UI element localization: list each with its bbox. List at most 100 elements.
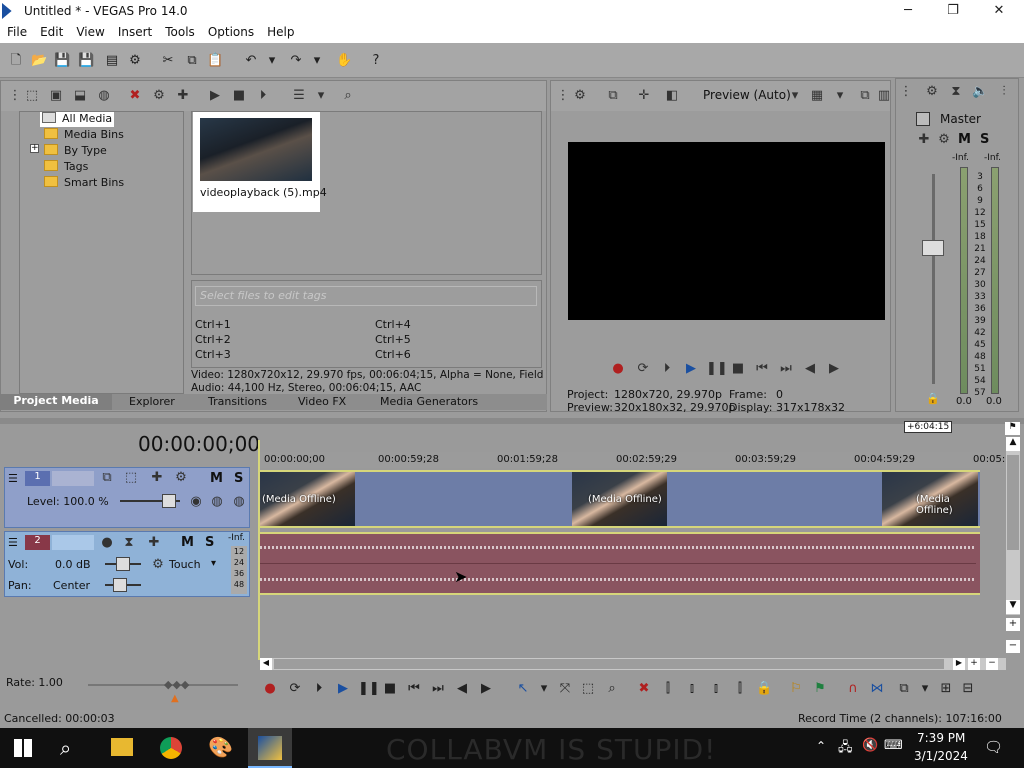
capture-icon[interactable]: ▣ <box>48 88 64 104</box>
go-to-end-icon[interactable]: ⏭ <box>778 361 794 377</box>
mixer-settings-icon[interactable]: ⫶ <box>996 84 1012 100</box>
next-frame-icon[interactable]: ▶ <box>826 361 842 377</box>
master-properties-icon[interactable]: ⚙ <box>936 132 952 148</box>
maximize-button[interactable]: ❐ <box>930 0 976 23</box>
expand-by-type-icon[interactable]: + <box>30 144 39 153</box>
redo-icon[interactable]: ↷ <box>288 53 304 68</box>
stop-icon[interactable]: ■ <box>730 361 746 377</box>
timeline-go-to-start-icon[interactable]: ⏮ <box>406 681 422 697</box>
close-button[interactable]: ✕ <box>976 0 1022 23</box>
child-track-icon[interactable]: ◍ <box>231 494 247 510</box>
chrome-icon[interactable] <box>160 737 182 759</box>
tag-input[interactable]: Select files to edit tags <box>195 286 537 306</box>
delete-icon[interactable]: ✖ <box>636 681 652 697</box>
tab-media-generators[interactable]: Media Generators <box>380 395 478 408</box>
insert-region-icon[interactable]: ⚑ <box>812 681 828 697</box>
track-minimize-icon[interactable]: ☰ <box>8 536 22 549</box>
cut-icon[interactable]: ✂ <box>160 53 176 68</box>
video-properties-icon[interactable]: ⚙ <box>572 88 588 104</box>
timeline-loop-icon[interactable]: ⟳ <box>287 681 303 697</box>
timeline-ruler[interactable]: 00:00:00;00 00:00:59;28 00:01:59;28 00:0… <box>260 452 1012 468</box>
master-mute-button[interactable]: M <box>958 132 971 147</box>
track-2-name-field[interactable] <box>52 535 94 550</box>
parent-track-icon[interactable]: ◍ <box>209 494 225 510</box>
play-from-start-icon[interactable]: ⏵ <box>659 361 675 377</box>
split-screen-icon[interactable]: ✛ <box>636 88 652 104</box>
trim-start-icon[interactable]: ⫾ <box>684 681 700 697</box>
media-properties-icon[interactable]: ⚙ <box>151 88 167 104</box>
tool-icon[interactable]: ✋ <box>336 53 352 68</box>
tree-item-media-bins[interactable]: Media Bins <box>44 128 124 143</box>
paste-icon[interactable]: 📋 <box>207 53 223 68</box>
arm-record-icon[interactable]: ● <box>99 535 115 551</box>
pan-slider-handle[interactable] <box>113 578 127 592</box>
tree-item-all-media[interactable]: All Media <box>40 112 115 127</box>
overlays-dropdown-icon[interactable]: ▾ <box>832 88 848 104</box>
trim-end-icon[interactable]: ⫾ <box>708 681 724 697</box>
master-lock-icon[interactable]: 🔒 <box>926 392 940 405</box>
preview-quality-dropdown-icon[interactable]: ▾ <box>787 88 803 104</box>
start-preview-icon[interactable]: ▶ <box>207 88 223 104</box>
split-icon[interactable]: ⫿ <box>732 681 748 697</box>
snapping-icon[interactable]: ∩ <box>845 681 861 697</box>
overlays-icon[interactable]: ▦ <box>809 88 825 104</box>
edit-tool-dropdown-icon[interactable]: ▾ <box>536 681 552 697</box>
tab-explorer[interactable]: Explorer <box>129 395 175 408</box>
file-explorer-icon[interactable] <box>111 738 133 756</box>
compositing-mode-icon[interactable]: ◉ <box>188 494 204 510</box>
timeline-stop-icon[interactable]: ■ <box>382 681 398 697</box>
timeline-play-icon[interactable]: ▶ <box>335 681 351 697</box>
media-fx-icon[interactable]: ✚ <box>175 88 191 104</box>
menu-tools[interactable]: Tools <box>158 23 201 39</box>
menu-view[interactable]: View <box>69 23 110 39</box>
track-expand-icon[interactable]: ✚ <box>149 470 165 486</box>
views-dropdown-icon[interactable]: ▾ <box>313 88 329 104</box>
scroll-down-icon[interactable]: ▼ <box>1006 600 1020 614</box>
normal-edit-tool-icon[interactable]: ↖ <box>515 681 531 697</box>
timeline-horizontal-scrollbar[interactable]: ◀ ▶ + − <box>260 658 1006 670</box>
timeline-prev-frame-icon[interactable]: ◀ <box>454 681 470 697</box>
vertical-scroll-thumb[interactable] <box>1007 455 1019 550</box>
track-minimize-icon[interactable]: ☰ <box>8 472 22 485</box>
ignore-grouping-icon[interactable]: ⊟ <box>960 681 976 697</box>
audio-event[interactable] <box>260 532 980 595</box>
rate-slider-handle[interactable]: ◆◆◆ <box>164 678 189 692</box>
volume-slider-handle[interactable] <box>116 557 130 571</box>
zoom-in-vertical-icon[interactable]: + <box>1006 618 1020 631</box>
scroll-up-icon[interactable]: ▲ <box>1006 437 1020 451</box>
dim-output-icon[interactable]: 🔈 <box>972 84 988 100</box>
tab-video-fx[interactable]: Video FX <box>298 395 346 408</box>
stop-preview-icon[interactable]: ■ <box>231 88 247 104</box>
lock-icon[interactable]: 🔒 <box>756 681 772 697</box>
tree-item-smart-bins[interactable]: Smart Bins <box>44 176 124 191</box>
track-fx-icon[interactable]: ⬚ <box>123 470 139 486</box>
save-snapshot-icon[interactable]: ▥ <box>876 88 892 104</box>
pause-icon[interactable]: ❚❚ <box>706 361 728 377</box>
windows-start-icon[interactable] <box>14 739 32 757</box>
web-icon[interactable]: ◍ <box>96 88 112 104</box>
auto-crossfade-icon[interactable]: ⋈ <box>869 681 885 697</box>
track-1-name-field[interactable] <box>52 471 94 486</box>
save-as-icon[interactable]: 💾 <box>78 53 94 68</box>
envelope-tool-icon[interactable]: ⤧ <box>557 681 573 697</box>
preview-fx-icon[interactable]: ◧ <box>664 88 680 104</box>
timeline-record-icon[interactable]: ● <box>262 681 278 697</box>
zoom-out-horizontal-icon[interactable]: − <box>986 658 998 670</box>
zoom-in-horizontal-icon[interactable]: + <box>968 658 980 670</box>
get-media-icon[interactable]: ⬓ <box>72 88 88 104</box>
video-track-header[interactable]: ☰ 1 ⧉ ⬚ ✚ ⚙ M S Level: 100.0 % ◉ ◍ ◍ <box>4 467 250 528</box>
automation-mode[interactable]: Touch <box>169 558 201 571</box>
save-icon[interactable]: 💾 <box>54 53 70 68</box>
marker-flag-icon[interactable]: ⚑ <box>1005 422 1020 435</box>
automation-icon[interactable]: ⚙ <box>150 557 166 573</box>
previous-frame-icon[interactable]: ◀ <box>802 361 818 377</box>
menu-insert[interactable]: Insert <box>111 23 158 39</box>
play-icon[interactable]: ▶ <box>683 361 699 377</box>
menu-file[interactable]: File <box>0 23 33 39</box>
auto-preview-icon[interactable]: ⏵ <box>255 88 271 104</box>
zoom-out-vertical-icon[interactable]: − <box>1006 640 1020 653</box>
master-solo-button[interactable]: S <box>980 132 989 147</box>
track-expand-icon[interactable]: ✚ <box>146 535 162 551</box>
audio-track-header[interactable]: ☰ 2 ● ⧗ ✚ M S -Inf. 12 24 36 48 Vol: 0.0… <box>4 531 250 597</box>
insert-marker-icon[interactable]: ⚐ <box>788 681 804 697</box>
